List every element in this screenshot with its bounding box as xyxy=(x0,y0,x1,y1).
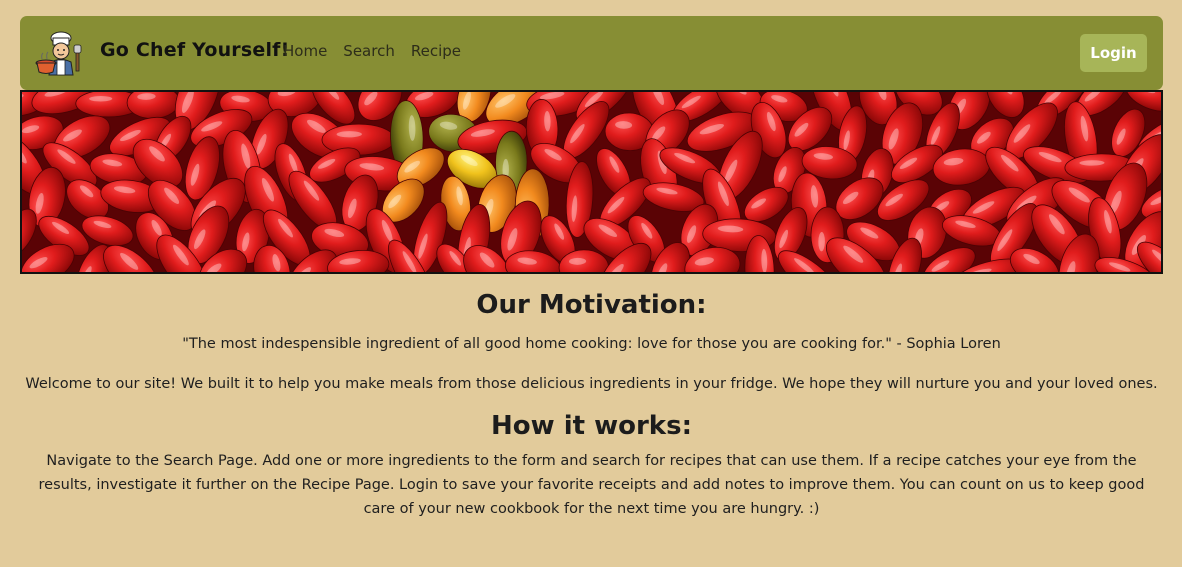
chili-peppers-image xyxy=(22,92,1161,272)
nav-link-search[interactable]: Search xyxy=(343,42,395,60)
nav-link-home[interactable]: Home xyxy=(283,42,327,60)
brand-title[interactable]: Go Chef Yourself! xyxy=(100,39,290,61)
motivation-quote: "The most indespensible ingredient of al… xyxy=(182,336,1001,352)
main-content: Our Motivation: "The most indespensible … xyxy=(20,282,1163,521)
nav-links: Home Search Recipe xyxy=(283,42,461,60)
welcome-text: Welcome to our site! We built it to help… xyxy=(25,376,1158,392)
chef-logo-icon[interactable] xyxy=(34,29,86,79)
hero-banner-image xyxy=(20,90,1163,274)
nav-link-recipe[interactable]: Recipe xyxy=(411,42,461,60)
navbar: Go Chef Yourself! Home Search Recipe Log… xyxy=(20,16,1163,90)
motivation-heading: Our Motivation: xyxy=(476,290,707,320)
how-it-works-heading: How it works: xyxy=(491,411,692,441)
login-button[interactable]: Login xyxy=(1080,34,1147,72)
how-it-works-text: Navigate to the Search Page. Add one or … xyxy=(38,453,1145,517)
